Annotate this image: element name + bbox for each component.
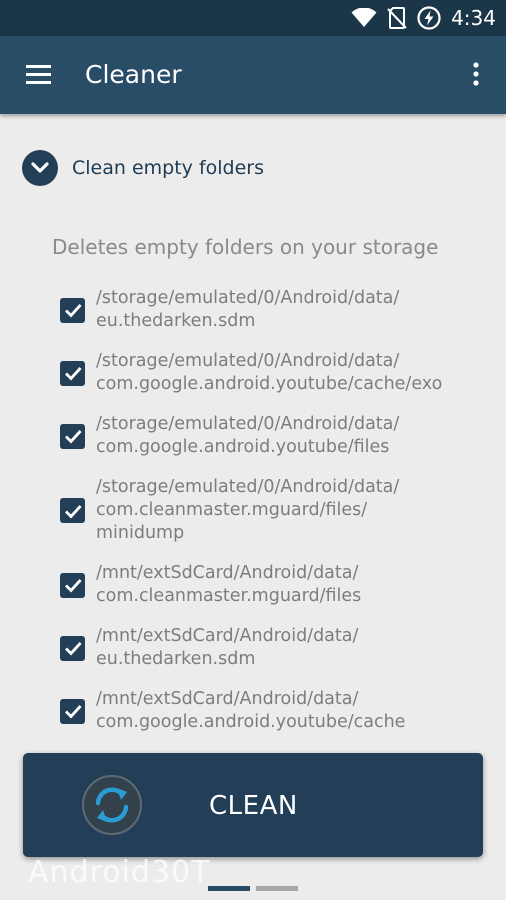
path-list-item[interactable]: /mnt/extSdCard/Android/data/ com.google.… — [60, 688, 500, 734]
path-checkbox[interactable] — [60, 423, 85, 449]
checkmark-icon — [64, 430, 82, 444]
battery-charging-icon — [417, 6, 441, 30]
path-label: /storage/emulated/0/Android/data/ com.go… — [96, 351, 443, 394]
page-indicator — [208, 886, 298, 891]
chevron-down-icon — [31, 162, 49, 173]
section-title: Clean empty folders — [72, 157, 265, 179]
clean-button-label: CLEAN — [209, 791, 298, 821]
path-list-item[interactable]: /storage/emulated/0/Android/data/ com.go… — [60, 350, 500, 396]
checkmark-icon — [64, 367, 82, 381]
path-label: /mnt/extSdCard/Android/data/ eu.thedarke… — [96, 626, 359, 669]
path-list-item[interactable]: /mnt/extSdCard/Android/data/ eu.thedarke… — [60, 625, 500, 671]
menu-button[interactable] — [20, 58, 58, 92]
clean-button[interactable]: CLEAN — [23, 753, 483, 857]
path-checkbox[interactable] — [60, 572, 85, 598]
folder-path-list: /storage/emulated/0/Android/data/ eu.the… — [60, 287, 500, 751]
status-bar: 4:34 — [0, 0, 506, 36]
hamburger-menu-icon — [26, 65, 51, 84]
checkmark-icon — [64, 642, 82, 656]
watermark: Android30T — [28, 855, 211, 890]
checkmark-icon — [64, 504, 82, 519]
path-label: /mnt/extSdCard/Android/data/ com.google.… — [96, 689, 406, 732]
overflow-menu-button[interactable] — [464, 58, 488, 92]
path-list-item[interactable]: /storage/emulated/0/Android/data/ com.go… — [60, 413, 500, 459]
path-list-item[interactable]: /storage/emulated/0/Android/data/ eu.the… — [60, 287, 500, 333]
path-checkbox[interactable] — [60, 498, 85, 523]
path-checkbox[interactable] — [60, 297, 85, 323]
checkmark-icon — [64, 705, 82, 719]
path-label: /storage/emulated/0/Android/data/ eu.the… — [96, 288, 400, 331]
path-label: /storage/emulated/0/Android/data/ com.cl… — [96, 477, 400, 543]
path-checkbox[interactable] — [60, 360, 85, 386]
path-list-item[interactable]: /storage/emulated/0/Android/data/ com.cl… — [60, 476, 500, 545]
section-description: Deletes empty folders on your storage — [52, 235, 439, 259]
path-checkbox[interactable] — [60, 635, 85, 661]
path-label: /storage/emulated/0/Android/data/ com.go… — [96, 414, 400, 457]
status-icons: 4:34 — [351, 6, 496, 30]
page-indicator-active[interactable] — [208, 886, 250, 891]
path-checkbox[interactable] — [60, 698, 85, 724]
checkmark-icon — [64, 579, 82, 593]
path-list-item[interactable]: /mnt/extSdCard/Android/data/ com.cleanma… — [60, 562, 500, 608]
clean-empty-folders-header[interactable]: Clean empty folders — [22, 150, 264, 186]
checkmark-icon — [64, 304, 82, 318]
wifi-icon — [351, 8, 377, 27]
app-bar: Cleaner — [0, 36, 506, 114]
expand-toggle[interactable] — [22, 150, 58, 186]
path-label: /mnt/extSdCard/Android/data/ com.cleanma… — [96, 563, 362, 606]
app-title: Cleaner — [85, 60, 182, 89]
status-time: 4:34 — [451, 6, 496, 30]
sync-icon — [82, 775, 142, 835]
page-indicator-inactive[interactable] — [256, 886, 298, 891]
more-vert-icon — [473, 62, 479, 86]
no-sim-icon — [387, 7, 407, 29]
